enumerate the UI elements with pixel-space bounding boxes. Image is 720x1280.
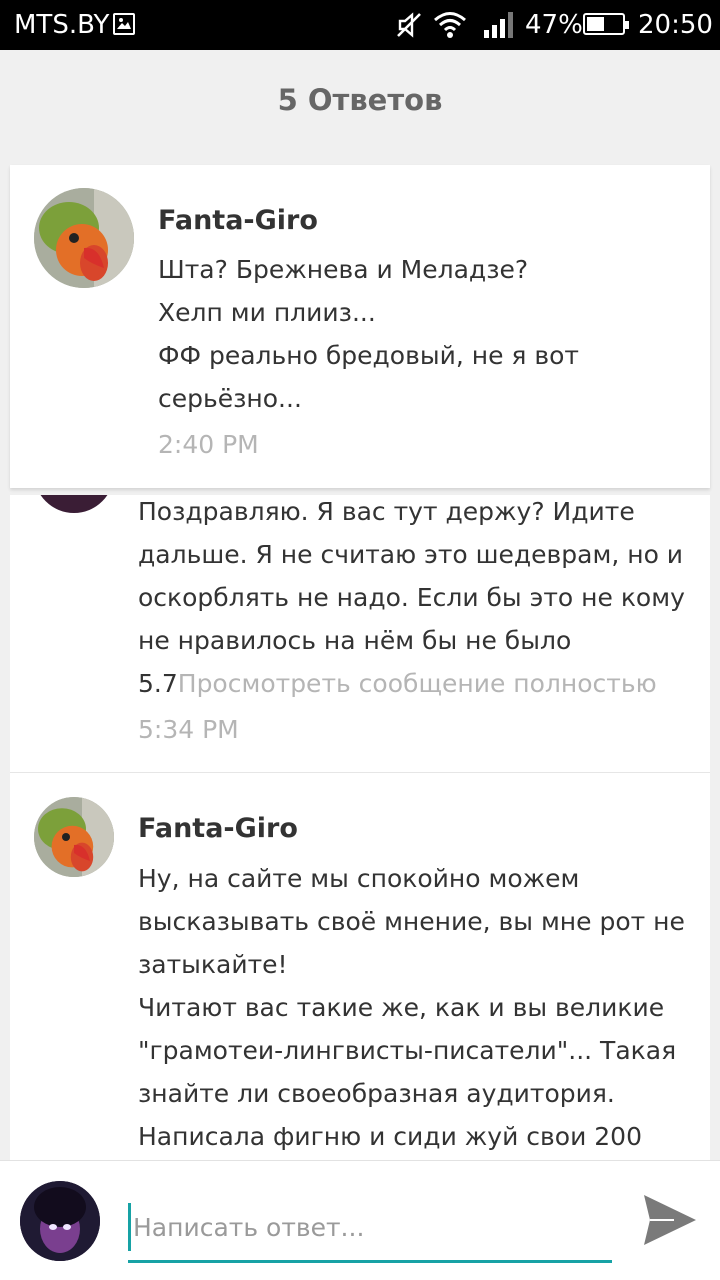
message-line: "грамотеи-лингвисты-писатели"... Такая <box>138 1036 677 1065</box>
my-avatar[interactable] <box>20 1181 100 1261</box>
image-notification-icon <box>113 13 135 35</box>
message-line: высказывать своё мнение, вы мне рот не <box>138 907 685 936</box>
reply-card[interactable]: Fanta-Giro Шта? Брежнева и Меладзе? Хелп… <box>10 165 710 488</box>
message-line: оскорблять не надо. Если бы это не кому <box>138 583 685 612</box>
message-line: 5.7Просмотреть сообщение полностью <box>138 662 685 705</box>
send-button[interactable] <box>640 1191 700 1249</box>
replies-list[interactable]: Поздравляю. Я вас тут держу? Идите дальш… <box>10 495 710 1175</box>
carrier-name: MTS.BY <box>14 10 110 40</box>
input-underline <box>128 1260 612 1263</box>
page-title: 5 Ответов <box>277 83 443 117</box>
message-line: Читают вас такие же, как и вы великие <box>138 993 665 1022</box>
header: 5 Ответов <box>0 50 720 160</box>
battery-percent: 47% <box>525 10 583 40</box>
avatar[interactable] <box>34 188 134 288</box>
message-text: Шта? Брежнева и Меладзе? Хелп ми плииз..… <box>158 248 579 420</box>
message-time: 5:34 PM <box>138 715 239 744</box>
message-line: серьёзно... <box>158 384 302 413</box>
message-line: не нравилось на нём бы не было <box>138 626 572 655</box>
parrot-avatar-image <box>34 797 114 877</box>
message-line: дальше. Я не считаю это шедеврам, но и <box>138 540 684 569</box>
reply-input[interactable] <box>128 1203 612 1251</box>
message-line: Шта? Брежнева и Меладзе? <box>158 255 529 284</box>
status-bar: MTS.BY 47% 20:50 <box>0 0 720 50</box>
avatar[interactable] <box>34 495 114 513</box>
view-full-message-link[interactable]: Просмотреть сообщение полностью <box>178 669 657 698</box>
user-avatar-image <box>20 1181 100 1261</box>
author-name[interactable]: Fanta-Giro <box>138 813 298 844</box>
message-line: затыкайте! <box>138 950 288 979</box>
wifi-icon <box>434 12 466 38</box>
message-text: Поздравляю. Я вас тут держу? Идите дальш… <box>138 495 685 705</box>
author-name[interactable]: Fanta-Giro <box>158 205 318 236</box>
send-icon <box>644 1195 696 1245</box>
message-text: Ну, на сайте мы спокойно можем высказыва… <box>138 857 685 1158</box>
divider <box>10 772 710 773</box>
clock: 20:50 <box>638 10 713 40</box>
battery-icon <box>583 13 629 35</box>
message-line: Написала фигню и сиди жуй свои 200 <box>138 1122 642 1151</box>
signal-icon <box>484 12 513 38</box>
message-line: Поздравляю. Я вас тут держу? Идите <box>138 497 635 526</box>
message-time: 2:40 PM <box>158 430 259 459</box>
message-line-end: 5.7 <box>138 669 178 698</box>
message-line: Хелп ми плииз... <box>158 298 376 327</box>
mute-icon <box>397 12 421 38</box>
parrot-avatar-image <box>34 188 134 288</box>
reply-composer <box>0 1160 720 1280</box>
avatar[interactable] <box>34 797 114 877</box>
message-line: ФФ реально бредовый, не я вот <box>158 341 579 370</box>
message-line: Ну, на сайте мы спокойно можем <box>138 864 580 893</box>
message-line: знайте ли своеобразная аудитория. <box>138 1079 615 1108</box>
